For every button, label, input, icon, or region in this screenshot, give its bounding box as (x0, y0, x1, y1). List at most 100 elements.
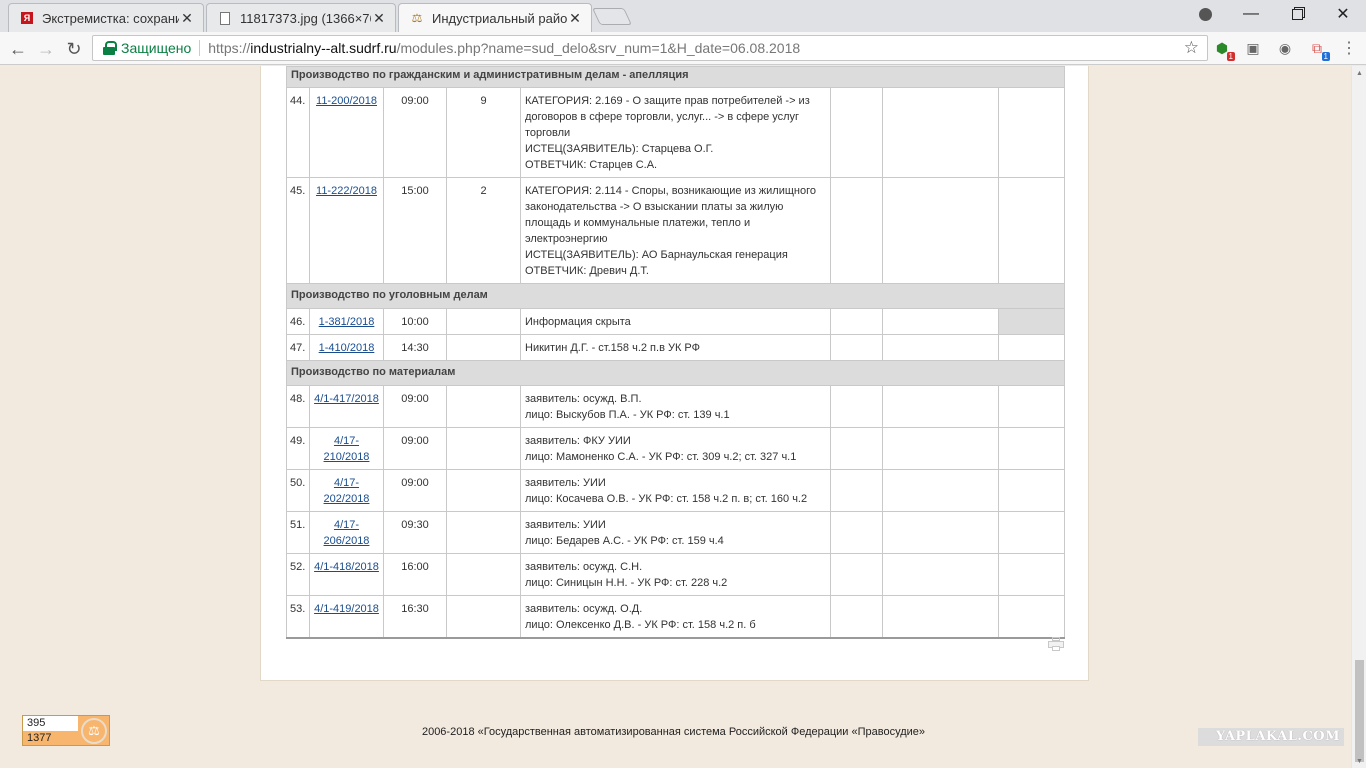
case-number-cell: 4/1-418/2018 (309, 553, 384, 596)
case-link[interactable]: 11-222/2018 (316, 185, 377, 197)
menu-icon[interactable]: ⋮ (1340, 39, 1358, 57)
case-link[interactable]: 4/1-418/2018 (314, 561, 379, 573)
courtroom (446, 308, 521, 335)
bookmark-star-icon[interactable]: ☆ (1184, 38, 1199, 58)
close-window-button[interactable]: ✕ (1320, 0, 1366, 28)
tab-yaplakal[interactable]: Я Экстремистка: сохранил ✕ (8, 3, 204, 32)
case-link[interactable]: 4/1-419/2018 (314, 603, 379, 615)
case-link[interactable]: 11-200/2018 (316, 95, 377, 107)
scroll-down-icon[interactable]: ▼ (1352, 754, 1366, 768)
browser-toolbar: ← → ↻ Защищено https:// industrialny--al… (0, 32, 1366, 65)
case-number-cell: 4/17-210/2018 (309, 427, 384, 470)
minimize-button[interactable]: — (1228, 0, 1274, 28)
row-number: 53. (286, 595, 310, 639)
extension-bag-icon[interactable]: ▣ (1244, 39, 1262, 57)
case-link[interactable]: 4/17-206/2018 (324, 519, 370, 547)
reload-icon[interactable]: ↻ (62, 37, 86, 61)
courtroom (446, 511, 521, 554)
hearing-time: 16:00 (383, 553, 447, 596)
section-header: Производство по уголовным делам (285, 283, 1066, 309)
row-number: 44. (286, 87, 310, 178)
empty-cell (997, 511, 1066, 554)
vertical-scrollbar[interactable]: ▲ ▼ (1351, 66, 1366, 768)
case-info-line: лицо: Выскубов П.А. - УК РФ: ст. 139 ч.1 (525, 409, 730, 421)
address-bar[interactable]: Защищено https:// industrialny--alt.sudr… (92, 35, 1208, 61)
section-title: Производство по уголовным делам (285, 283, 1066, 309)
case-info-line: лицо: Олексенко Д.В. - УК РФ: ст. 158 ч.… (525, 619, 756, 631)
scales-favicon-icon: ⚖ (411, 11, 423, 25)
empty-cell (830, 334, 883, 361)
empty-cell (882, 553, 999, 596)
case-info: КАТЕГОРИЯ: 2.169 - О защите прав потреби… (520, 87, 831, 178)
row-number: 49. (286, 427, 310, 470)
case-link[interactable]: 1-381/2018 (319, 316, 375, 328)
extension-badge: 1 (1321, 52, 1330, 61)
close-tab-icon[interactable]: ✕ (371, 10, 387, 27)
courtroom (446, 334, 521, 361)
empty-cell (997, 334, 1066, 361)
courtroom: 2 (446, 177, 521, 284)
scrollbar-thumb[interactable] (1355, 660, 1364, 762)
row-number: 52. (286, 553, 310, 596)
close-tab-icon[interactable]: ✕ (179, 10, 195, 27)
lock-icon (103, 41, 117, 55)
case-number-cell: 11-200/2018 (309, 87, 384, 178)
tab-title: 11817373.jpg (1366×768 (240, 10, 371, 26)
extension-disc-icon[interactable]: ◉ (1276, 39, 1294, 57)
scroll-up-icon[interactable]: ▲ (1352, 66, 1366, 80)
tab-image[interactable]: 11817373.jpg (1366×768 ✕ (206, 3, 396, 32)
hearing-time: 14:30 (383, 334, 447, 361)
hearing-time: 09:00 (383, 87, 447, 178)
forward-icon[interactable]: → (34, 37, 58, 61)
case-info-line: заявитель: ФКУ УИИ (525, 435, 631, 447)
profile-icon[interactable] (1182, 0, 1228, 28)
courtroom: 9 (446, 87, 521, 178)
print-icon[interactable] (1048, 637, 1064, 651)
close-tab-icon[interactable]: ✕ (567, 10, 583, 27)
table-row: 52. 4/1-418/2018 16:00 заявитель: осужд. С.… (286, 553, 1066, 596)
case-link[interactable]: 1-410/2018 (319, 342, 375, 354)
empty-cell (997, 308, 1066, 335)
case-info-line: заявитель: УИИ (525, 519, 606, 531)
case-link[interactable]: 4/17-210/2018 (324, 435, 370, 463)
divider (199, 40, 201, 56)
case-info-line: ОТВЕТЧИК: Старцев С.А. (525, 159, 658, 171)
row-number: 46. (286, 308, 310, 335)
case-info-line: заявитель: осужд. С.Н. (525, 561, 643, 573)
table-row: 53. 4/1-419/2018 16:30 заявитель: осужд. О.… (286, 595, 1066, 639)
table-row: 51. 4/17-206/2018 09:30 заявитель: УИИ лицо:… (286, 511, 1066, 554)
case-number-cell: 4/1-419/2018 (309, 595, 384, 639)
case-number-cell: 4/17-206/2018 (309, 511, 384, 554)
case-info-line: Информация скрыта (525, 316, 631, 328)
extension-green-icon[interactable]: ⬢ 1 (1213, 39, 1235, 61)
new-tab-button[interactable] (592, 8, 632, 25)
maximize-button[interactable] (1274, 0, 1320, 28)
case-link[interactable]: 4/17-202/2018 (324, 477, 370, 505)
empty-cell (882, 334, 999, 361)
case-info: заявитель: ФКУ УИИ лицо: Мамоненко С.А. -… (520, 427, 831, 470)
courtroom (446, 553, 521, 596)
footer-text: 2006-2018 «Государственная автоматизиров… (421, 726, 926, 738)
table-row: 47. 1-410/2018 14:30 Никитин Д.Г. - ст.158 … (286, 334, 1066, 361)
row-number: 45. (286, 177, 310, 284)
tab-strip: Я Экстремистка: сохранил ✕ 11817373.jpg … (0, 0, 1366, 32)
extension-network-icon[interactable]: ⧉ 1 (1308, 39, 1330, 61)
case-info-line: лицо: Косачева О.В. - УК РФ: ст. 158 ч.2… (525, 493, 808, 505)
hearing-time: 09:30 (383, 511, 447, 554)
case-link[interactable]: 4/1-417/2018 (314, 393, 379, 405)
case-info-line: заявитель: осужд. В.П. (525, 393, 642, 405)
empty-cell (997, 385, 1066, 428)
case-number-cell: 4/1-417/2018 (309, 385, 384, 428)
document-favicon-icon (217, 10, 233, 26)
hearing-time: 09:00 (383, 385, 447, 428)
section-header: Производство по гражданским и администра… (285, 66, 1066, 88)
back-icon[interactable]: ← (6, 37, 30, 61)
courtroom (446, 595, 521, 639)
case-info-line: ИСТЕЦ(ЗАЯВИТЕЛЬ): АО Барнаульская генера… (525, 249, 788, 261)
empty-cell (830, 595, 883, 639)
tab-court[interactable]: ⚖ Индустриальный район ✕ (398, 3, 592, 32)
case-info-line: заявитель: УИИ (525, 477, 606, 489)
table-row: 50. 4/17-202/2018 09:00 заявитель: УИИ лицо:… (286, 469, 1066, 512)
row-number: 47. (286, 334, 310, 361)
courtroom (446, 427, 521, 470)
